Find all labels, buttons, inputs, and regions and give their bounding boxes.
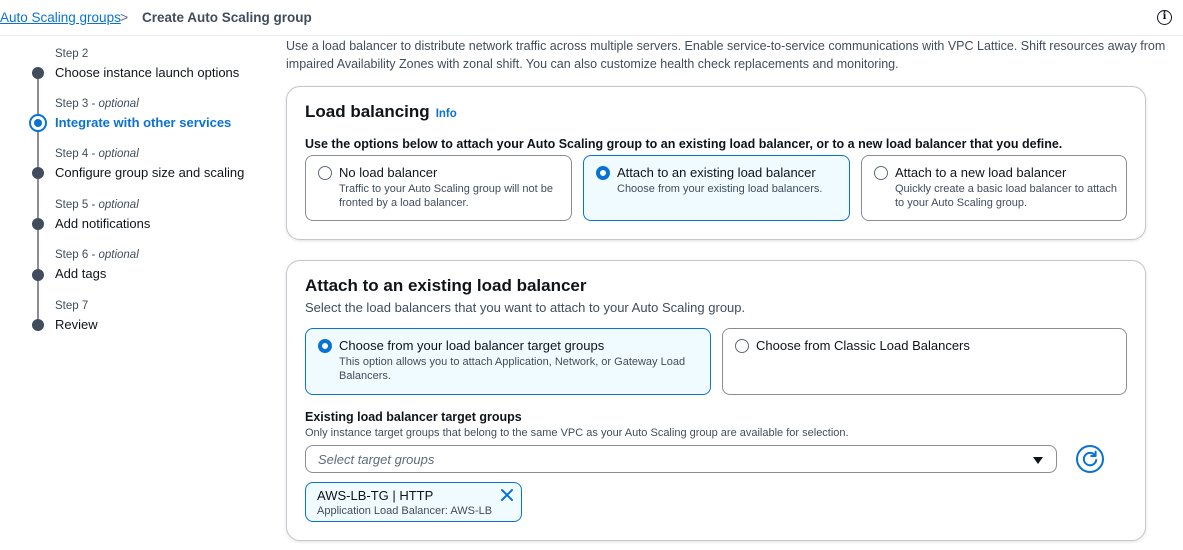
info-link[interactable]: Info: [436, 108, 457, 120]
option-choose-classic-load-balancers[interactable]: Choose from Classic Load Balancers: [722, 328, 1127, 395]
option-description: Choose from your existing load balancers…: [617, 183, 823, 195]
step-number-label: Step 5 - optional: [55, 199, 139, 211]
option-title: Attach to an existing load balancer: [617, 165, 816, 180]
radio-unchecked-icon[interactable]: [735, 339, 749, 353]
step-complete-dot-icon: [32, 67, 44, 79]
step-connector: [37, 179, 39, 218]
refresh-button[interactable]: [1076, 445, 1104, 473]
load-balancing-card: Load balancing Info Use the options below…: [286, 86, 1146, 240]
breadcrumb-current-page: Create Auto Scaling group: [142, 10, 312, 25]
step-pending-dot-icon: [32, 218, 44, 230]
token-subtitle: Application Load Balancer: AWS-LB: [317, 505, 493, 517]
step-title: Add notifications: [55, 216, 151, 231]
option-attach-new-load-balancer[interactable]: Attach to a new load balancer Quickly cr…: [861, 155, 1127, 221]
step-title: Configure group size and scaling: [55, 165, 245, 180]
load-balancing-title: Load balancing: [305, 102, 430, 121]
selected-target-group-token: AWS-LB-TG | HTTP Application Load Balanc…: [305, 482, 522, 522]
step-connector: [37, 280, 39, 319]
step-title-link[interactable]: Choose instance launch options: [55, 65, 239, 80]
target-groups-placeholder: Select target groups: [318, 452, 435, 467]
radio-unchecked-icon[interactable]: [318, 166, 332, 180]
option-description: Quickly create a basic load balancer to …: [895, 183, 1117, 209]
step-pending-dot-icon: [32, 167, 44, 179]
option-title: No load balancer: [339, 165, 438, 180]
radio-unchecked-icon[interactable]: [874, 166, 888, 180]
option-attach-existing-load-balancer[interactable]: Attach to an existing load balancer Choo…: [583, 155, 850, 221]
refresh-icon: [1082, 450, 1098, 467]
top-bar: Auto Scaling groups > Create Auto Scalin…: [0, 0, 1183, 36]
step-connector: [37, 130, 39, 167]
radio-checked-icon[interactable]: [318, 339, 332, 353]
info-circle-icon[interactable]: i: [1157, 10, 1172, 25]
step-title-current: Integrate with other services: [55, 115, 232, 130]
step-title: Add tags: [55, 266, 107, 281]
target-groups-label: Existing load balancer target groups: [305, 410, 522, 424]
section-intro-text: Use a load balancer to distribute networ…: [286, 39, 1166, 71]
radio-checked-icon[interactable]: [596, 166, 610, 180]
token-title: AWS-LB-TG | HTTP: [317, 488, 434, 503]
step-current-dot-icon: [29, 114, 47, 132]
step-number-label: Step 2: [55, 48, 89, 60]
option-description: Traffic to your Auto Scaling group will …: [339, 183, 554, 209]
step-pending-dot-icon: [32, 269, 44, 281]
step-number-label: Step 4 - optional: [55, 148, 139, 160]
option-choose-target-groups[interactable]: Choose from your load balancer target gr…: [305, 328, 711, 395]
caret-down-icon: [1033, 457, 1043, 464]
step-number-label: Step 6 - optional: [55, 249, 139, 261]
load-balancing-description: Use the options below to attach your Aut…: [305, 137, 1063, 151]
step-connector: [37, 79, 39, 117]
option-description: This option allows you to attach Applica…: [339, 356, 686, 382]
attach-existing-description: Select the load balancers that you want …: [305, 300, 746, 315]
breadcrumb-chevron-icon: >: [120, 9, 129, 25]
option-title: Choose from your load balancer target gr…: [339, 338, 605, 353]
breadcrumb-auto-scaling-groups-link[interactable]: Auto Scaling groups: [0, 10, 121, 25]
step-number-label: Step 3 - optional: [55, 98, 139, 110]
target-groups-hint: Only instance target groups that belong …: [305, 427, 849, 439]
target-groups-select[interactable]: Select target groups: [305, 445, 1057, 473]
option-title: Choose from Classic Load Balancers: [756, 338, 970, 353]
attach-existing-load-balancer-card: Attach to an existing load balancer Sele…: [286, 260, 1146, 541]
option-no-load-balancer[interactable]: No load balancer Traffic to your Auto Sc…: [305, 155, 572, 221]
load-balancing-heading: Load balancing Info: [305, 102, 457, 122]
step-number-label: Step 7: [55, 300, 89, 312]
step-pending-dot-icon: [32, 319, 44, 331]
step-connector: [37, 230, 39, 269]
step-title: Review: [55, 317, 98, 332]
remove-token-close-icon[interactable]: [500, 488, 514, 502]
attach-existing-heading: Attach to an existing load balancer: [305, 276, 587, 295]
option-title: Attach to a new load balancer: [895, 165, 1067, 180]
